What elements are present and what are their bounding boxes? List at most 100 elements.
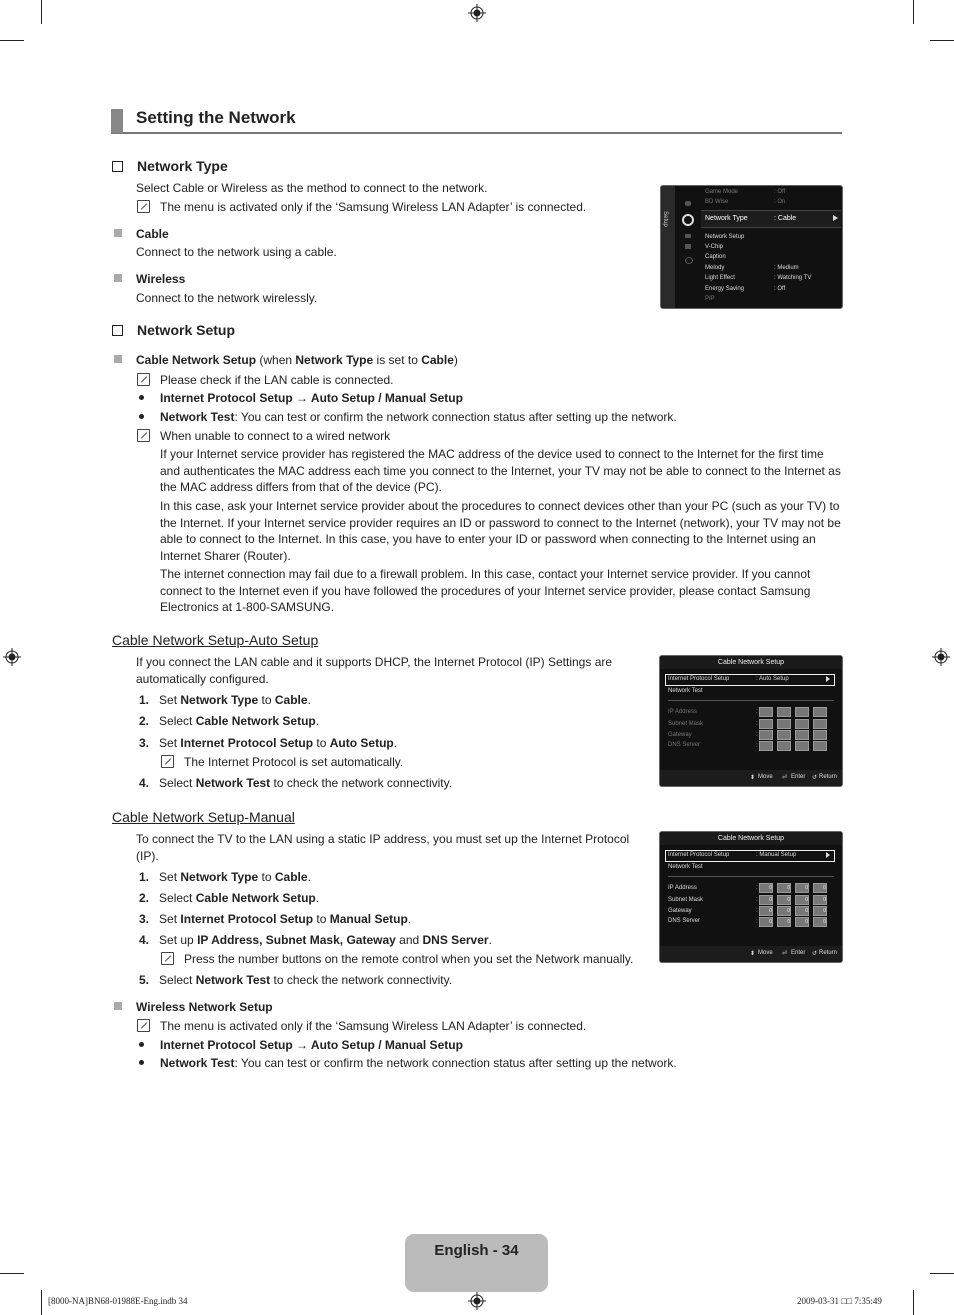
move-icon: ⬍ (750, 951, 756, 957)
ip-octet-cell[interactable] (759, 707, 773, 717)
auto-step-4: 4. Select Network Test to check the netw… (139, 776, 453, 790)
manual-step-5: 5. Select Network Test to check the netw… (139, 973, 453, 987)
menu-item-bd-wise[interactable]: BD Wise (705, 199, 728, 205)
menu-item-melody[interactable]: Melody (705, 265, 724, 271)
field-colon: : (756, 709, 758, 715)
registration-mark-icon (932, 648, 950, 666)
ip-octet-cell[interactable] (813, 741, 827, 751)
ip-octet-cell[interactable]: 0 (795, 917, 809, 927)
title-block-icon (111, 109, 123, 133)
ip-octet-cell[interactable]: 0 (813, 883, 827, 893)
menu-item-v-chip[interactable]: V-Chip (705, 244, 723, 250)
menu-item-game-mode[interactable]: Game Mode (705, 189, 738, 195)
crop-mark (41, 1290, 42, 1315)
gear-icon (682, 214, 694, 226)
auto-step-3: 3. Set Internet Protocol Setup to Auto S… (139, 736, 398, 750)
ip-octet-cell[interactable] (777, 730, 791, 740)
ip-octet-cell[interactable]: 0 (759, 906, 773, 916)
menu-item-caption[interactable]: Caption (705, 254, 726, 260)
ip-octet-cell[interactable] (777, 741, 791, 751)
field-colon: : (756, 919, 758, 925)
ip-octet-cell[interactable]: 0 (795, 906, 809, 916)
auto-setup-screenshot: Cable Network Setup Internet Protocol Se… (659, 655, 843, 787)
ip-octet-cell[interactable] (777, 707, 791, 717)
auto-setup-intro: If you connect the LAN cable and it supp… (136, 655, 613, 686)
manual-setup-intro: To connect the TV to the LAN using a sta… (136, 832, 630, 863)
menu-item-energy-saving[interactable]: Energy Saving (705, 286, 744, 292)
menu-item-light-effect[interactable]: Light Effect (705, 275, 735, 281)
ip-octet-cell[interactable] (777, 719, 791, 729)
lan-cable-note: Please check if the LAN cable is connect… (160, 373, 394, 387)
firewall-paragraph: The internet connection may fail due to … (160, 567, 811, 614)
ip-octet-cell[interactable] (759, 719, 773, 729)
option-cable-description: Connect to the network using a cable. (136, 245, 337, 259)
protocol-setup-row[interactable]: Internet Protocol Setup (668, 676, 729, 682)
field-ip-address: IP Address (668, 885, 697, 891)
field-gateway: Gateway (668, 732, 692, 738)
crop-mark (930, 40, 954, 41)
network-type-note: The menu is activated only if the ‘Samsu… (160, 200, 587, 214)
menu-value: : Cable (774, 215, 797, 222)
ip-octet-cell[interactable]: 0 (759, 883, 773, 893)
ip-octet-cell[interactable] (795, 719, 809, 729)
ip-octet-cell[interactable]: 0 (813, 906, 827, 916)
ip-octet-cell[interactable] (795, 707, 809, 717)
ip-octet-cell[interactable]: 0 (777, 883, 791, 893)
registration-mark-icon (468, 1292, 486, 1310)
protocol-setup-row[interactable]: Internet Protocol Setup (668, 852, 729, 858)
ip-octet-cell[interactable] (813, 707, 827, 717)
ip-octet-cell[interactable]: 0 (795, 895, 809, 905)
cable-network-setup-item: Cable Network Setup (when Network Type i… (136, 353, 458, 367)
ip-octet-cell[interactable]: 0 (759, 917, 773, 927)
menu-item-pip[interactable]: PIP (705, 296, 715, 302)
crop-mark (930, 1273, 954, 1274)
ip-octet-cell[interactable]: 0 (777, 906, 791, 916)
ip-octet-cell[interactable] (813, 719, 827, 729)
ip-octet-cell[interactable]: 0 (759, 895, 773, 905)
ip-octet-cell[interactable] (759, 741, 773, 751)
field-dns-server: DNS Server (668, 918, 701, 924)
option-wireless-description: Connect to the network wirelessly. (136, 291, 318, 305)
footer-enter: Enter (791, 774, 806, 780)
section-heading-network-setup: Network Setup (112, 322, 235, 338)
network-test-row[interactable]: Network Test (668, 864, 703, 870)
ip-octet-cell[interactable]: 0 (777, 895, 791, 905)
manual-step-4: 4. Set up IP Address, Subnet Mask, Gatew… (139, 933, 492, 947)
ip-octet-cell[interactable]: 0 (813, 895, 827, 905)
protocol-setup-value: : Manual Setup (756, 852, 797, 858)
menu-item-network-setup[interactable]: Network Setup (705, 234, 744, 240)
square-bullet-icon (114, 229, 122, 237)
footer-enter: Enter (791, 950, 806, 956)
ip-octet-cell[interactable]: 0 (777, 917, 791, 927)
network-test-row[interactable]: Network Test (668, 688, 703, 694)
footer-return: Return (819, 950, 838, 956)
protocol-setup-bullet: Internet Protocol Setup → Auto Setup / M… (160, 391, 463, 405)
network-type-description: Select Cable or Wireless as the method t… (136, 181, 488, 195)
ip-octet-cell[interactable] (795, 741, 809, 751)
move-icon: ⬍ (750, 775, 756, 781)
manual-step-1: 1. Set Network Type to Cable. (139, 870, 311, 884)
wireless-test-bullet: Network Test: You can test or confirm th… (160, 1056, 677, 1070)
section-heading-network-type: Network Type (112, 158, 228, 174)
field-colon: : (756, 885, 758, 891)
divider (668, 700, 834, 701)
menu-item-network-type[interactable]: Network Type (705, 215, 748, 222)
crop-mark (0, 1273, 24, 1274)
auto-setup-heading: Cable Network Setup-Auto Setup (112, 632, 319, 648)
setup-menu-screenshot: Setup Game Mode : Off BD Wise : On Netwo… (660, 185, 843, 309)
menu-icon (685, 244, 691, 249)
ip-octet-cell[interactable] (813, 730, 827, 740)
ip-octet-cell[interactable]: 0 (795, 883, 809, 893)
heading-text: Network Type (137, 158, 228, 174)
ip-octet-cell[interactable] (759, 730, 773, 740)
page-number-tab: English - 34 (405, 1234, 548, 1292)
divider (668, 876, 834, 877)
enter-icon: ⏎ (782, 951, 788, 957)
ip-octet-cell[interactable] (795, 730, 809, 740)
arrow-right-icon (826, 676, 830, 682)
ip-octet-cell[interactable]: 0 (813, 917, 827, 927)
menu-value: : Watching TV (774, 275, 812, 281)
field-colon: : (756, 897, 758, 903)
auto-note: The Internet Protocol is set automatical… (184, 755, 404, 769)
note-icon (137, 373, 150, 386)
